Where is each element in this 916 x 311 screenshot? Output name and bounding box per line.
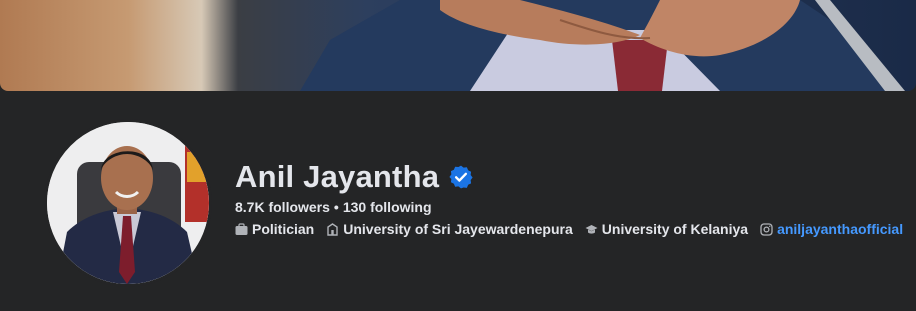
education-1-text[interactable]: University of Sri Jayewardenepura [343, 221, 573, 237]
graduation-cap-icon [585, 223, 598, 236]
detail-education-1: University of Sri Jayewardenepura [326, 221, 573, 237]
following-link[interactable]: 130 following [343, 199, 432, 215]
profile-avatar[interactable] [44, 119, 212, 287]
stats-separator: • [333, 199, 339, 215]
detail-instagram: aniljayanthaofficial [760, 221, 903, 237]
education-2-text[interactable]: University of Kelaniya [602, 221, 748, 237]
profile-details: Politician University of Sri Jayewardene… [235, 221, 915, 237]
occupation-text: Politician [252, 221, 315, 237]
building-icon [326, 222, 339, 236]
verified-badge-icon [448, 164, 474, 190]
instagram-link[interactable]: aniljayanthaofficial [777, 221, 903, 237]
detail-education-2: University of Kelaniya [585, 221, 748, 237]
followers-link[interactable]: 8.7K followers [235, 199, 330, 215]
name-line: Anil Jayantha [235, 159, 474, 195]
detail-occupation: Politician [235, 221, 314, 237]
instagram-icon [760, 222, 773, 236]
profile-name: Anil Jayantha [235, 159, 440, 194]
briefcase-icon [235, 222, 248, 236]
follow-stats: 8.7K followers • 130 following [235, 199, 432, 215]
cover-photo[interactable] [0, 0, 916, 91]
profile-header: Anil Jayantha 8.7K followers • 130 followi… [0, 91, 916, 311]
